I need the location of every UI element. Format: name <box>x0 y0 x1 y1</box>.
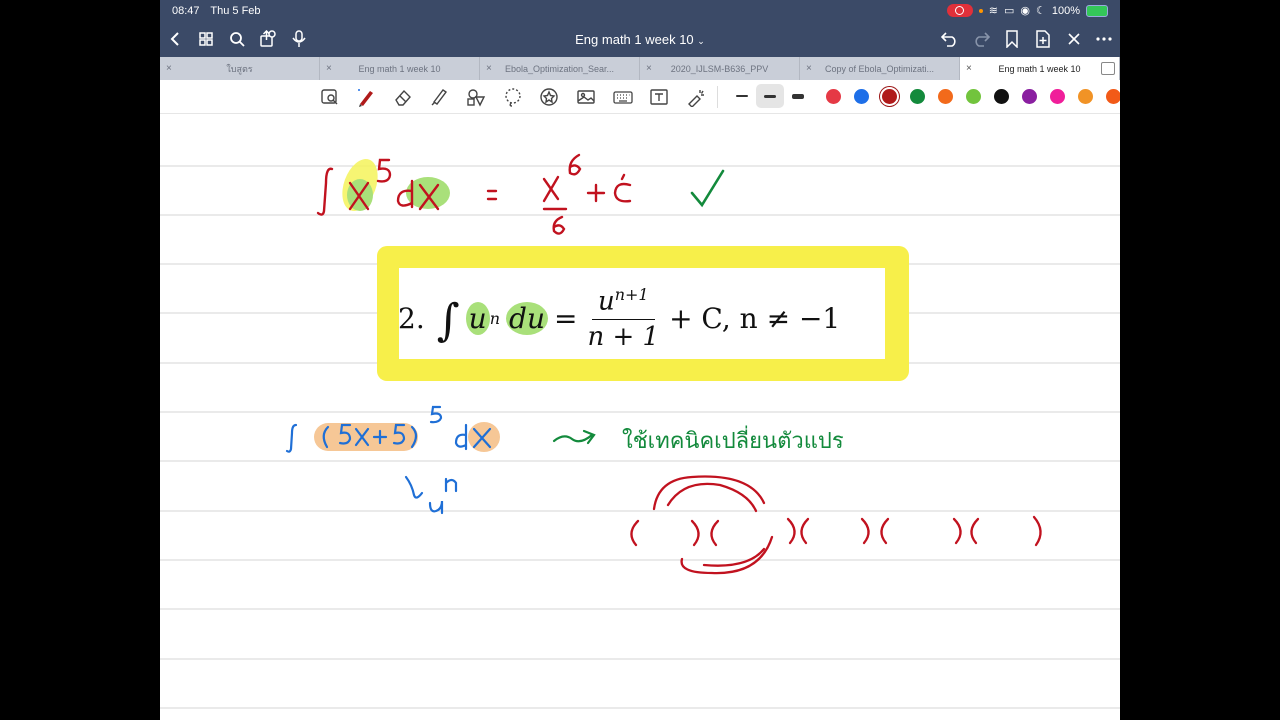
ipad-screen: 08:47 Thu 5 Feb ≋ ▭ ◉ ☾ 100% Eng math 1 … <box>160 0 1120 720</box>
bookmark-icon[interactable] <box>1001 28 1023 50</box>
color-swatch[interactable] <box>1050 88 1065 104</box>
formula-exponent: n <box>489 308 501 328</box>
tab-close-icon[interactable]: × <box>966 63 972 74</box>
close-icon[interactable] <box>1063 28 1085 50</box>
tab-close-icon[interactable]: × <box>166 63 172 74</box>
highlighter-icon[interactable] <box>429 87 449 107</box>
formula-du: du <box>506 301 548 335</box>
tab-eng-math[interactable]: × Eng math 1 week 10 <box>320 57 480 80</box>
tab-copy-ebola[interactable]: × Copy of Ebola_Optimizati... <box>800 57 960 80</box>
color-swatch[interactable] <box>1022 88 1037 104</box>
color-swatch[interactable] <box>1106 88 1120 104</box>
tab-formula-sheet[interactable]: × ใบสูตร <box>160 57 320 80</box>
formula-constant: + C, n ≠ −1 <box>669 301 841 335</box>
color-swatch[interactable] <box>854 88 869 104</box>
color-swatch[interactable] <box>938 88 953 104</box>
tab-ijlsm[interactable]: × 2020_IJLSM-B636_PPV <box>640 57 800 80</box>
app-header: 08:47 Thu 5 Feb ≋ ▭ ◉ ☾ 100% Eng math 1 … <box>160 0 1120 57</box>
status-date: Thu 5 Feb <box>210 5 261 17</box>
screen-mirror-icon: ▭ <box>1003 5 1015 17</box>
sticker-icon[interactable] <box>539 87 559 107</box>
color-swatch[interactable] <box>966 88 981 104</box>
color-palette <box>728 84 1120 108</box>
undo-icon[interactable] <box>939 28 961 50</box>
document-tabs: × ใบสูตร × Eng math 1 week 10 × Ebola_Optim… <box>160 57 1120 80</box>
formula-number: 2. <box>398 301 425 335</box>
wifi-icon: ≋ <box>988 5 998 17</box>
battery-icon <box>1086 4 1108 17</box>
mic-in-use-icon <box>978 8 983 13</box>
color-swatch[interactable] <box>1078 88 1093 104</box>
tab-eng-math-active[interactable]: × Eng math 1 week 10 <box>960 57 1120 80</box>
color-swatch[interactable] <box>910 88 925 104</box>
color-swatch-selected[interactable] <box>882 88 897 104</box>
status-bar-right: ≋ ▭ ◉ ☾ 100% <box>946 4 1108 17</box>
tab-close-icon[interactable]: × <box>806 63 812 74</box>
add-page-icon[interactable] <box>1032 28 1054 50</box>
chevron-down-icon: ⌄ <box>697 36 705 46</box>
notebook-page[interactable]: 2. ∫ un du = un+1 n + 1 + C, n ≠ −1 ใช้เ… <box>160 113 1120 720</box>
screen-recording-icon <box>946 4 973 17</box>
lasso-icon[interactable] <box>503 87 523 107</box>
pen-icon[interactable] <box>356 87 376 107</box>
tab-sidebar-icon[interactable] <box>1101 62 1115 75</box>
tab-close-icon[interactable]: × <box>326 63 332 74</box>
eraser-icon[interactable] <box>393 87 413 107</box>
power-rule-formula: 2. ∫ un du = un+1 n + 1 + C, n ≠ −1 <box>398 285 840 352</box>
formula-u-highlighted: u <box>465 301 490 335</box>
ruled-lines <box>160 165 1120 709</box>
moon-icon: ☾ <box>1035 5 1046 17</box>
status-time: 08:47 <box>172 5 200 17</box>
stroke-thick[interactable] <box>784 84 812 108</box>
stroke-medium[interactable] <box>756 84 784 108</box>
more-icon[interactable] <box>1093 28 1115 50</box>
stroke-thin[interactable] <box>728 84 756 108</box>
integral-sign: ∫ <box>436 294 460 346</box>
formula-fraction: un+1 n + 1 <box>587 285 660 352</box>
lasso-zoom-icon[interactable] <box>320 87 340 107</box>
laser-pointer-icon[interactable] <box>686 87 706 107</box>
formula-equals: = <box>553 301 578 335</box>
color-swatch[interactable] <box>826 88 841 104</box>
battery-percent: 100% <box>1051 4 1080 17</box>
drawing-toolbar <box>160 80 1120 114</box>
tab-ebola-search[interactable]: × Ebola_Optimization_Sear... <box>480 57 640 80</box>
location-icon: ◉ <box>1020 5 1030 17</box>
keyboard-icon[interactable] <box>613 87 633 107</box>
color-swatch[interactable] <box>994 88 1009 104</box>
tab-close-icon[interactable]: × <box>646 63 652 74</box>
image-icon[interactable] <box>576 87 596 107</box>
tab-close-icon[interactable]: × <box>486 63 492 74</box>
shapes-icon[interactable] <box>466 87 486 107</box>
toolbar-divider <box>717 86 718 108</box>
text-box-icon[interactable] <box>649 87 669 107</box>
redo-icon[interactable] <box>970 28 992 50</box>
status-bar-left: 08:47 Thu 5 Feb <box>172 5 269 17</box>
